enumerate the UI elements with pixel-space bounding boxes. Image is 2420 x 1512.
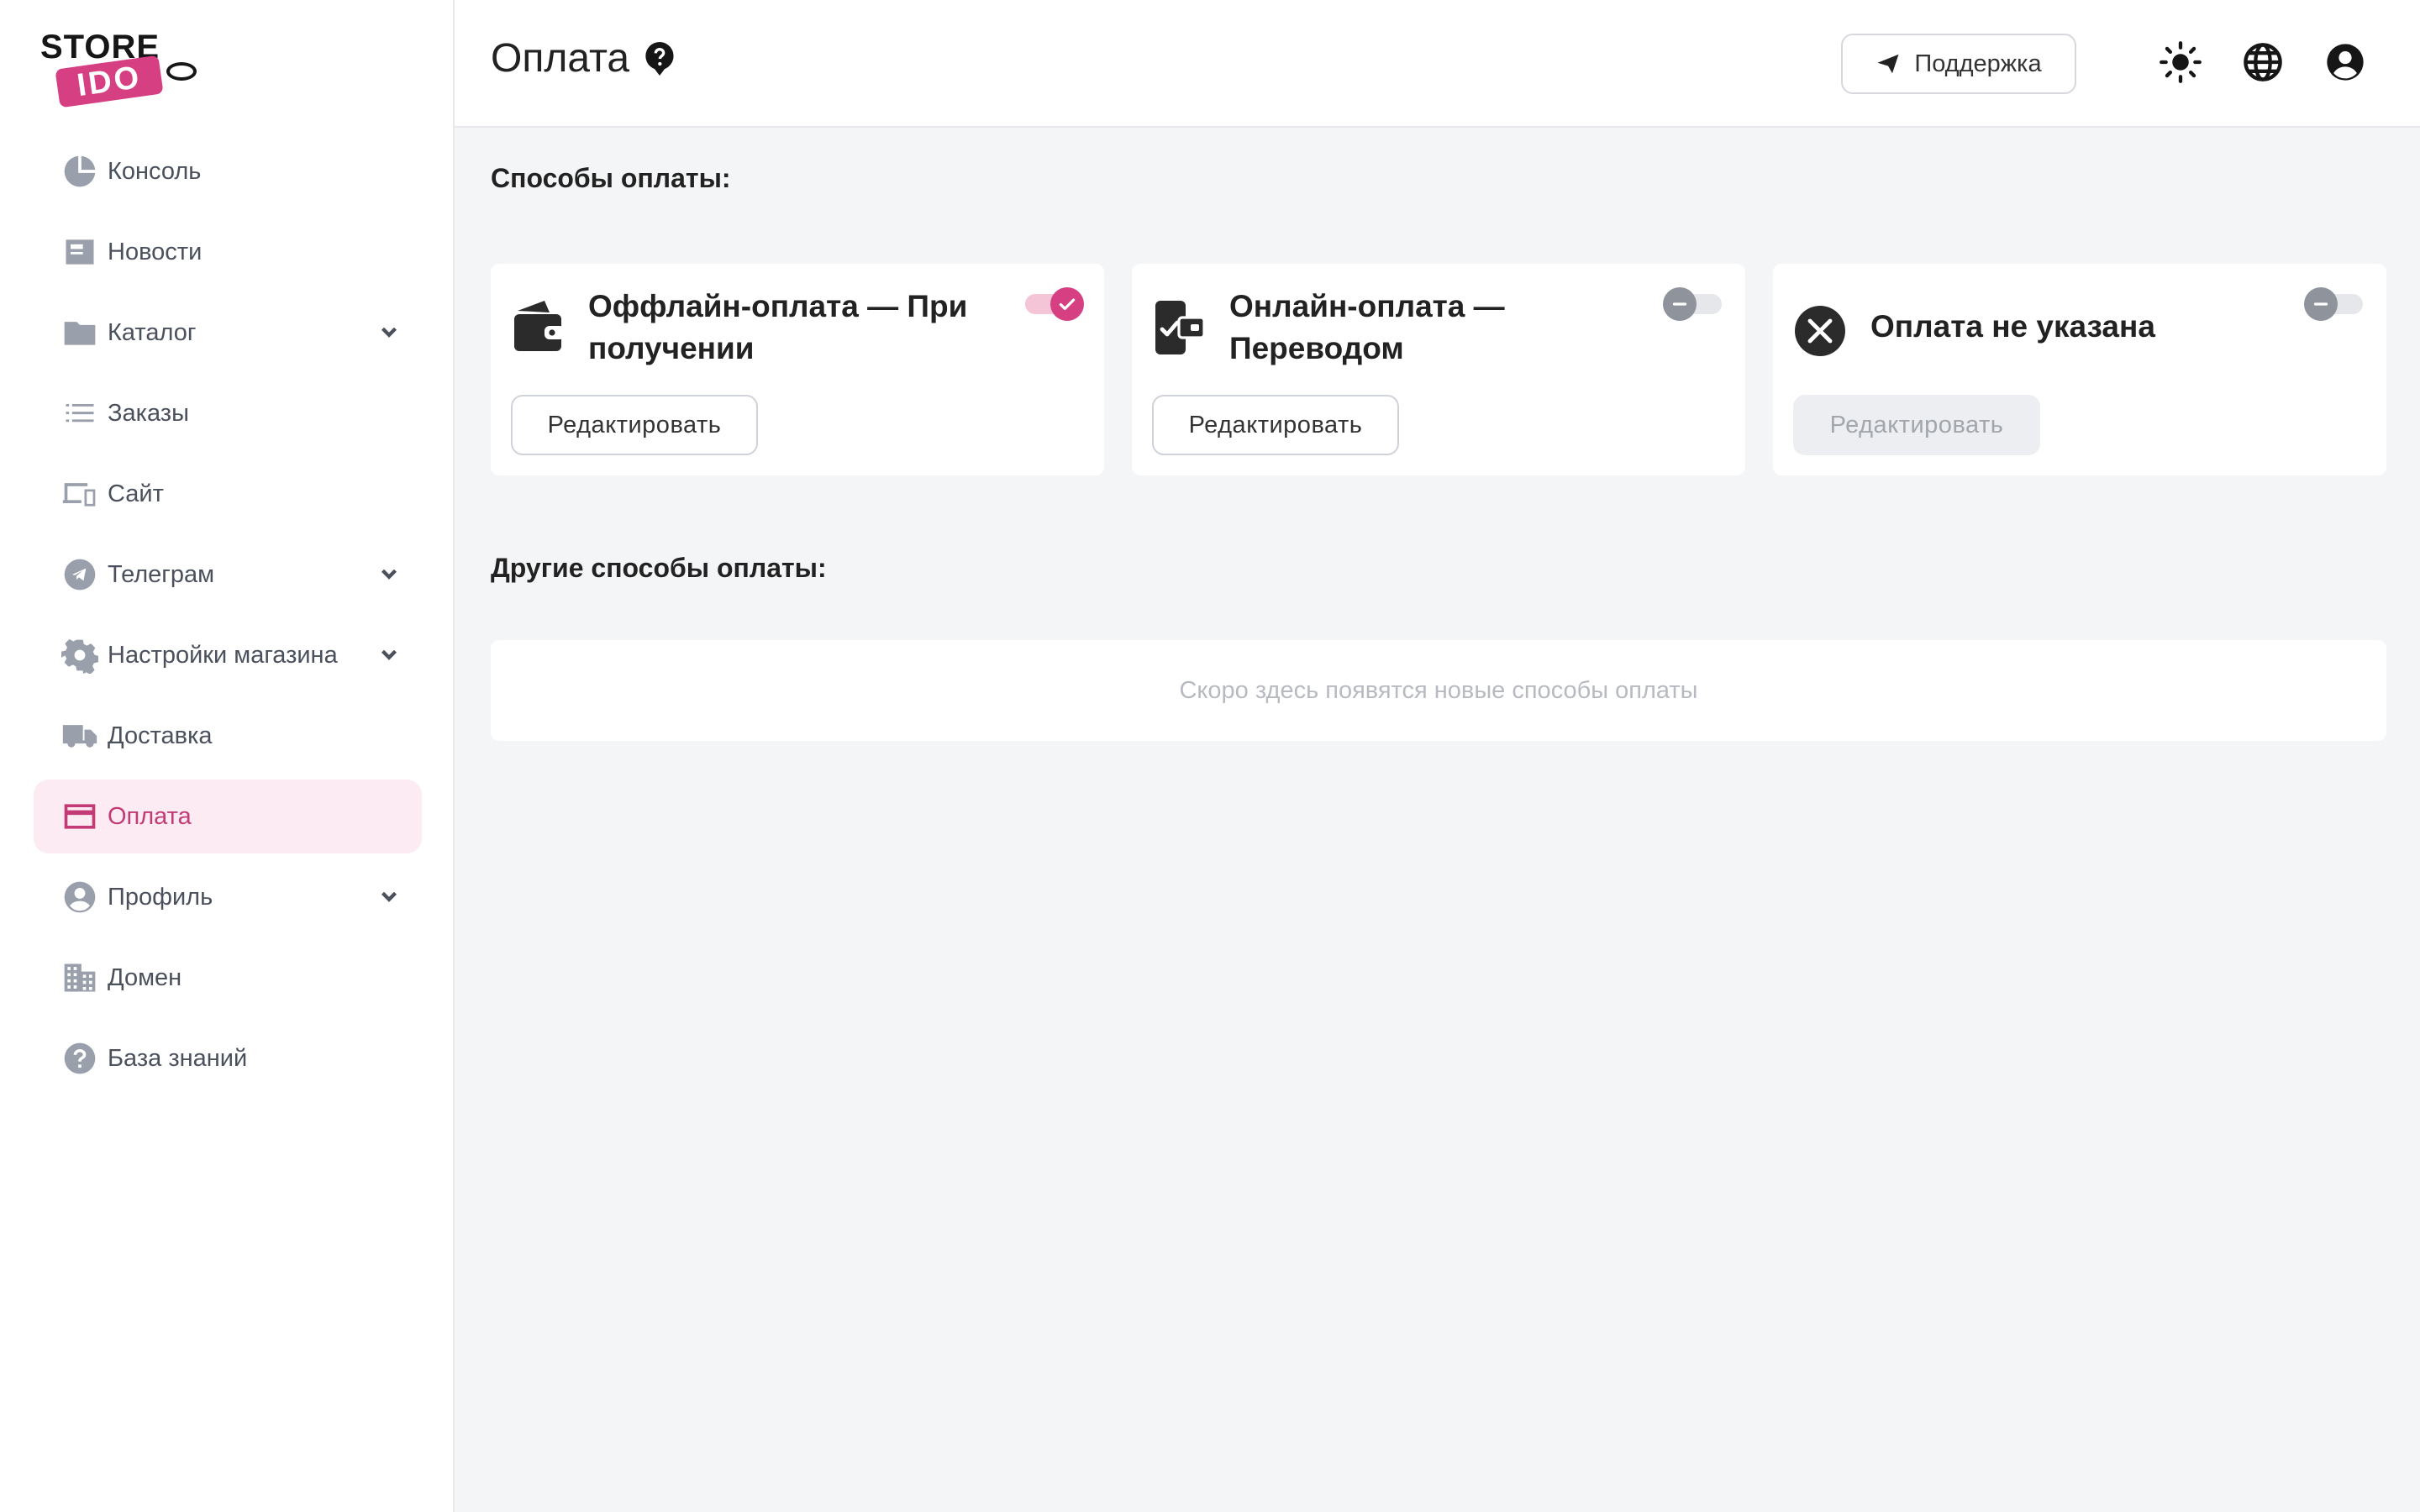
credit-card-icon xyxy=(60,797,99,836)
payment-card-offline: Оффлайн-оплата — При получении Редактиро… xyxy=(491,264,1104,475)
question-circle-icon xyxy=(60,1039,99,1078)
edit-button[interactable]: Редактировать xyxy=(511,395,758,455)
sidebar-item-label: Сайт xyxy=(108,480,164,507)
sidebar-item-delivery[interactable]: Доставка xyxy=(34,699,422,773)
sidebar-item-profile[interactable]: Профиль xyxy=(34,860,422,934)
edit-button[interactable]: Редактировать xyxy=(1152,395,1399,455)
payment-toggle-online[interactable] xyxy=(1663,286,1725,323)
payment-card-title: Оффлайн-оплата — При получении xyxy=(588,289,968,365)
payment-card-unspecified: Оплата не указана Редактировать xyxy=(1773,264,2386,475)
minus-icon xyxy=(2304,287,2338,321)
folder-icon xyxy=(60,313,99,352)
building-icon xyxy=(60,958,99,997)
sidebar-item-label: Новости xyxy=(108,238,203,265)
pie-chart-icon xyxy=(60,152,99,191)
chevron-down-icon[interactable] xyxy=(376,642,402,667)
list-icon xyxy=(60,394,99,433)
sidebar-item-label: Телеграм xyxy=(108,560,215,588)
sidebar-item-orders[interactable]: Заказы xyxy=(34,376,422,450)
send-icon xyxy=(1877,54,1899,74)
check-icon xyxy=(1050,287,1084,321)
sidebar-item-label: Консоль xyxy=(108,157,202,185)
chevron-down-icon[interactable] xyxy=(376,319,402,344)
app-root: STORE IDO Консоль Новости Каталог Заказы… xyxy=(0,0,2420,1512)
other-methods-title: Другие способы оплаты: xyxy=(491,553,827,583)
truck-icon xyxy=(60,717,99,755)
sidebar-item-telegram[interactable]: Телеграм xyxy=(34,538,422,612)
sidebar-item-label: Настройки магазина xyxy=(108,641,338,669)
globe-icon[interactable] xyxy=(2241,40,2285,84)
payment-card-title: Онлайн-оплата — Переводом xyxy=(1229,289,1505,365)
sidebar-item-console[interactable]: Консоль xyxy=(34,134,422,208)
x-circle-icon xyxy=(1793,301,1847,361)
sidebar-item-label: Домен xyxy=(108,963,182,991)
payment-methods-title: Способы оплаты: xyxy=(491,163,731,193)
logo-hook-icon xyxy=(166,62,197,81)
top-header: Оплата Поддержка xyxy=(455,0,2420,128)
sidebar-item-label: Заказы xyxy=(108,399,189,427)
edit-button-disabled: Редактировать xyxy=(1793,395,2040,455)
page-title: Оплата xyxy=(491,35,676,81)
logo[interactable]: STORE IDO xyxy=(40,29,197,108)
sidebar-item-knowledge-base[interactable]: База знаний xyxy=(34,1021,422,1095)
phone-wallet-icon xyxy=(1152,297,1206,358)
chevron-down-icon[interactable] xyxy=(376,561,402,586)
payment-toggle-unspecified[interactable] xyxy=(2304,286,2366,323)
payment-card-title: Оплата не указана xyxy=(1870,309,2155,344)
page-title-text: Оплата xyxy=(491,36,630,81)
sidebar-item-domain[interactable]: Домен xyxy=(34,941,422,1015)
other-methods-empty: Скоро здесь появятся новые способы оплат… xyxy=(491,640,2386,741)
sidebar-item-label: Доставка xyxy=(108,722,213,749)
sidebar-item-label: Каталог xyxy=(108,318,197,346)
chevron-down-icon[interactable] xyxy=(376,884,402,909)
help-icon[interactable] xyxy=(643,40,676,77)
newspaper-icon xyxy=(60,233,99,271)
sun-icon[interactable] xyxy=(2159,40,2202,84)
user-circle-icon xyxy=(60,878,99,916)
sidebar-item-site[interactable]: Сайт xyxy=(34,457,422,531)
devices-icon xyxy=(60,475,99,513)
support-button-label: Поддержка xyxy=(1914,50,2042,77)
minus-icon xyxy=(1663,287,1697,321)
sidebar-nav: Консоль Новости Каталог Заказы Сайт Теле… xyxy=(34,134,422,1102)
sidebar-item-label: Профиль xyxy=(108,883,213,911)
sidebar-item-catalog[interactable]: Каталог xyxy=(34,296,422,370)
sidebar: STORE IDO Консоль Новости Каталог Заказы… xyxy=(0,0,455,1512)
telegram-icon xyxy=(60,555,99,594)
sidebar-item-label: База знаний xyxy=(108,1044,248,1072)
payment-card-online: Онлайн-оплата — Переводом Редактировать xyxy=(1132,264,1745,475)
gear-icon xyxy=(60,636,99,675)
sidebar-item-label: Оплата xyxy=(108,802,192,830)
sidebar-item-payment[interactable]: Оплата xyxy=(34,780,422,853)
sidebar-item-news[interactable]: Новости xyxy=(34,215,422,289)
sidebar-item-store-settings[interactable]: Настройки магазина xyxy=(34,618,422,692)
wallet-icon xyxy=(511,297,565,358)
empty-state-text: Скоро здесь появятся новые способы оплат… xyxy=(1179,676,1698,704)
payment-toggle-offline[interactable] xyxy=(1022,286,1084,323)
account-icon[interactable] xyxy=(2323,40,2367,84)
support-button[interactable]: Поддержка xyxy=(1841,34,2076,94)
